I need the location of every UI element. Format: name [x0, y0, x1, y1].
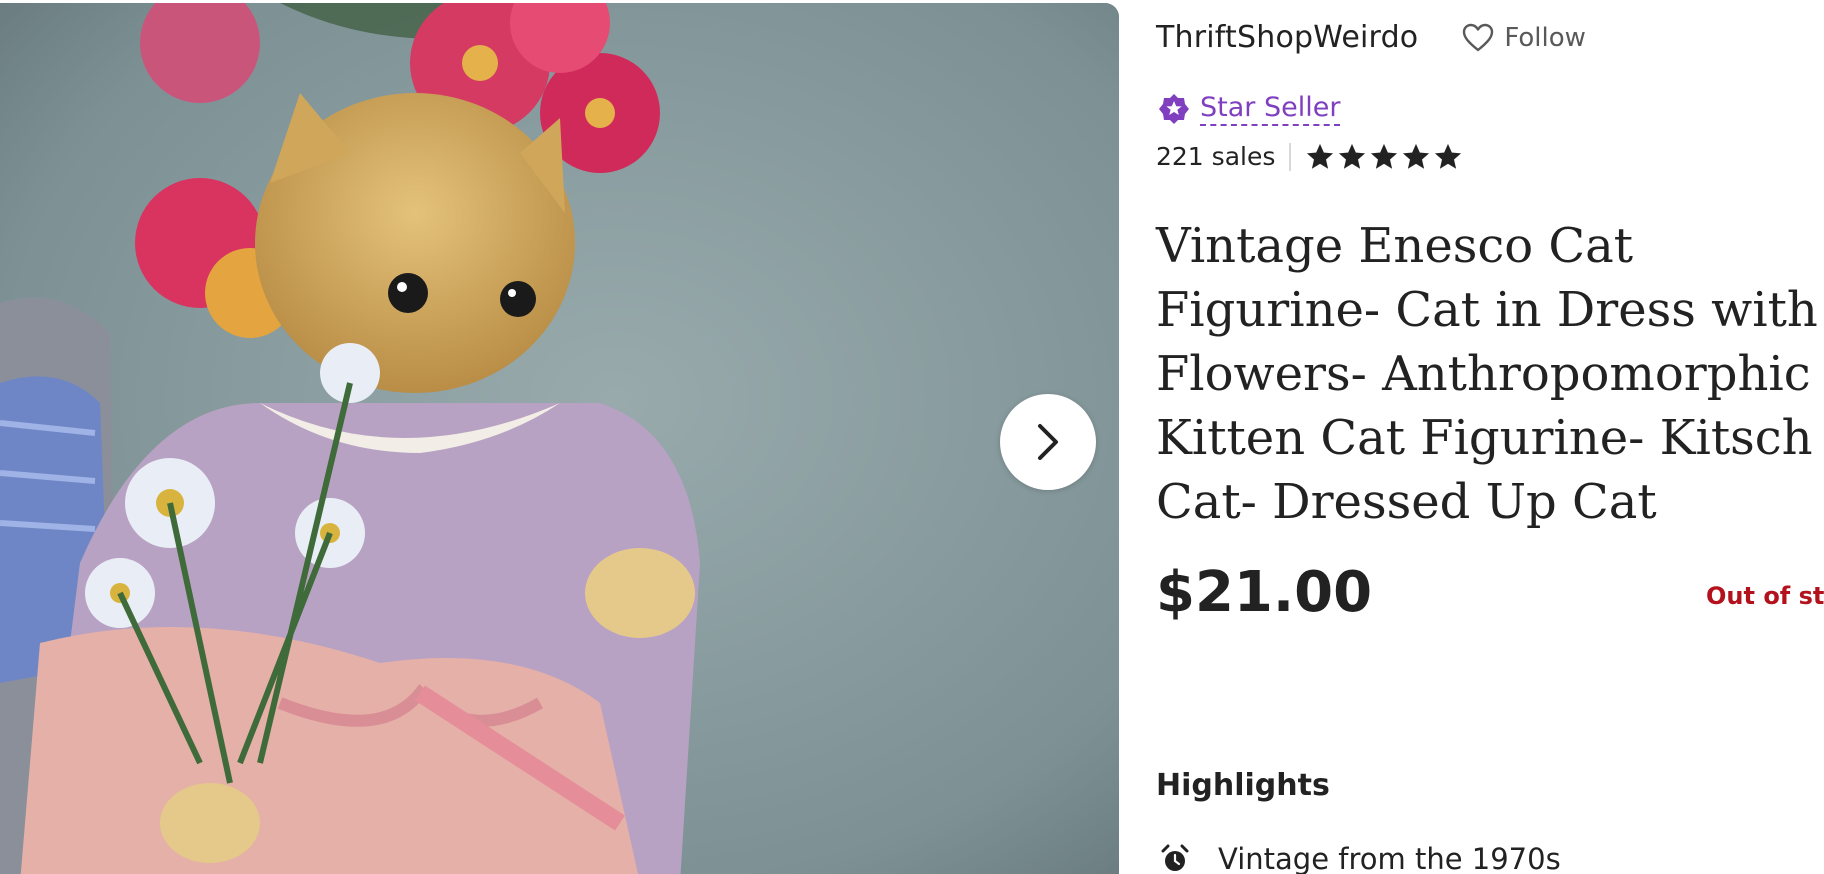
product-image-gallery[interactable]: [0, 3, 1119, 874]
listing-page: ThriftShopWeirdo Follow Star Seller 221 …: [0, 0, 1824, 874]
shop-name-link[interactable]: ThriftShopWeirdo: [1156, 20, 1418, 55]
rating-stars[interactable]: [1305, 143, 1463, 171]
price: $21.00: [1156, 560, 1373, 625]
highlight-text: Vintage from the 1970s: [1218, 842, 1561, 874]
star-icon: [1371, 143, 1398, 169]
stock-status: Out of sto: [1706, 582, 1824, 610]
sales-rating-row: 221 sales: [1156, 142, 1463, 171]
star-seller-icon: [1159, 94, 1189, 124]
chevron-right-icon: [1038, 424, 1058, 460]
star-seller-badge: Star Seller: [1158, 92, 1341, 126]
star-icon: [1307, 143, 1334, 169]
follow-label: Follow: [1504, 22, 1586, 53]
star-icon: [1339, 143, 1366, 169]
star-icon: [1403, 143, 1430, 169]
next-image-button[interactable]: [1000, 394, 1096, 490]
listing-info: ThriftShopWeirdo Follow Star Seller 221 …: [1156, 0, 1824, 874]
shop-row: ThriftShopWeirdo Follow: [1156, 20, 1586, 55]
follow-button[interactable]: Follow: [1462, 23, 1586, 53]
highlights-heading: Highlights: [1156, 768, 1330, 803]
highlight-item: Vintage from the 1970s: [1160, 842, 1561, 874]
heart-icon: [1463, 23, 1494, 51]
sales-count: 221 sales: [1156, 142, 1276, 171]
divider: [1289, 142, 1292, 171]
star-seller-link[interactable]: Star Seller: [1200, 92, 1341, 126]
product-photo: [0, 3, 1119, 874]
star-icon: [1435, 143, 1462, 169]
alarm-clock-icon: [1161, 844, 1189, 871]
listing-title: Vintage Enesco Cat Figurine- Cat in Dres…: [1156, 218, 1818, 530]
